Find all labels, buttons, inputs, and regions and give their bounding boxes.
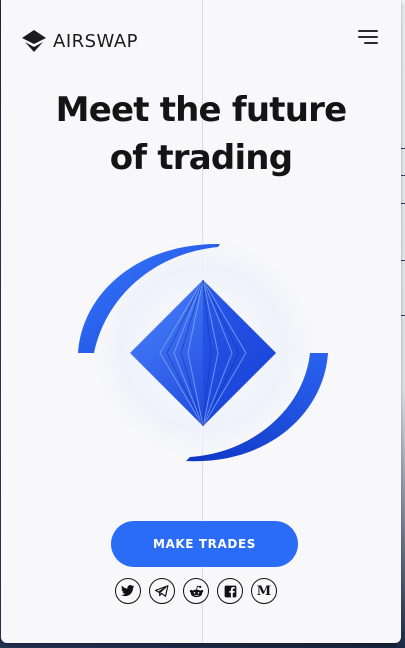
headline-line-1: Meet the future <box>55 90 347 130</box>
reddit-icon[interactable] <box>183 578 209 604</box>
page-title: Meet the future of trading <box>1 86 401 182</box>
headline-line-2: of trading <box>109 138 293 178</box>
hamburger-menu-icon[interactable] <box>356 30 378 46</box>
telegram-icon[interactable] <box>149 578 175 604</box>
social-links: M <box>115 578 277 604</box>
site-header: AIRSWAP <box>21 28 138 54</box>
brand-name: AIRSWAP <box>53 30 139 52</box>
airswap-logo-icon <box>22 30 46 52</box>
logo-link[interactable]: AIRSWAP <box>21 28 138 54</box>
browser-window: AIRSWAP Meet the future of trading MAKE … <box>1 0 401 643</box>
medium-icon[interactable]: M <box>251 578 277 604</box>
blue-diamond-swap-illustration <box>78 233 328 466</box>
make-trades-button[interactable]: MAKE TRADES <box>111 521 298 567</box>
facebook-icon[interactable] <box>217 578 243 604</box>
twitter-icon[interactable] <box>115 578 141 604</box>
